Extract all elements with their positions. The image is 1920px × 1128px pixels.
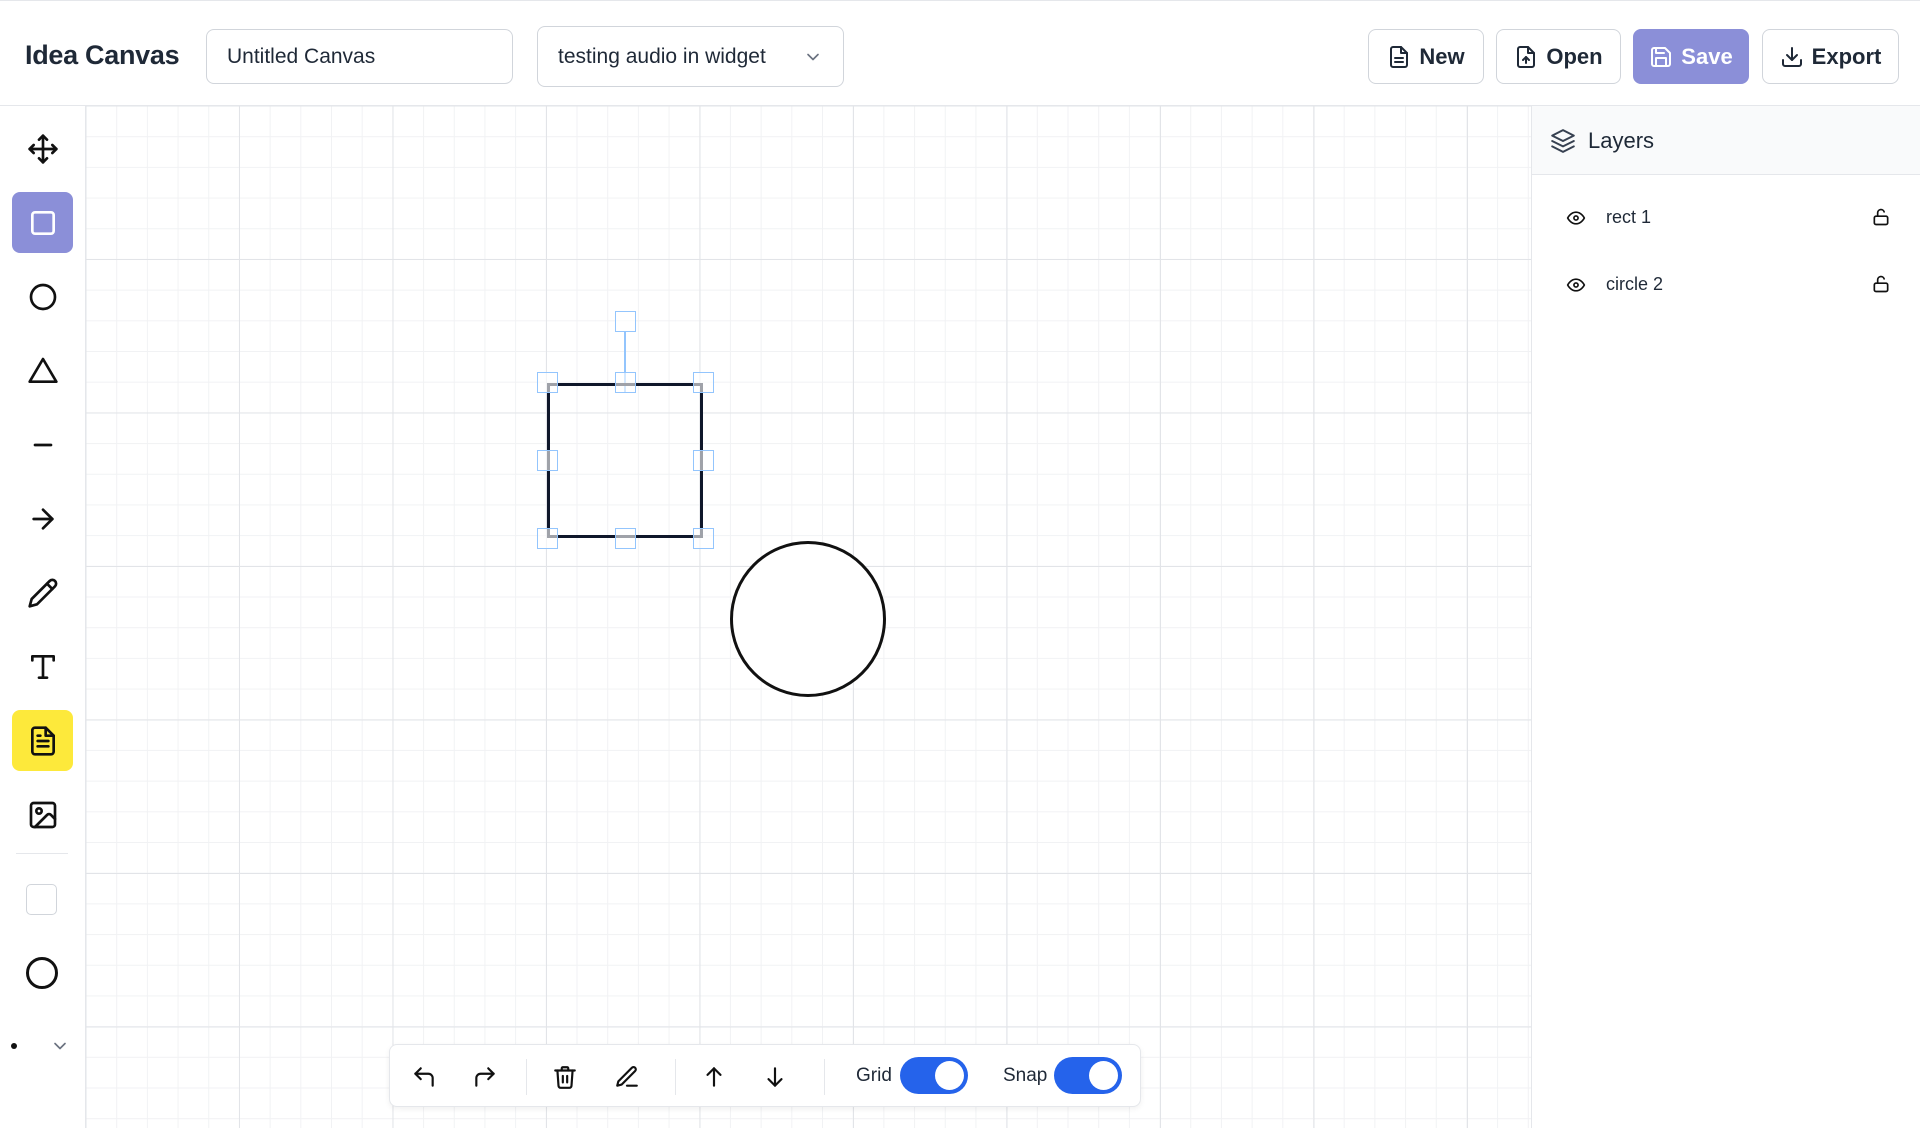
circle-icon xyxy=(29,283,56,310)
triangle-icon xyxy=(27,357,58,383)
file-icon xyxy=(1390,45,1409,68)
undo-button[interactable] xyxy=(406,1059,442,1095)
image-tool[interactable] xyxy=(12,784,73,845)
grid-toggle[interactable] xyxy=(900,1057,968,1094)
layers-panel: Layers rect 1 circle 2 xyxy=(1531,106,1920,1128)
action-bar-divider xyxy=(824,1059,825,1095)
resize-handle-bottom[interactable] xyxy=(615,528,636,549)
pencil-icon xyxy=(27,578,57,608)
pencil-tool[interactable] xyxy=(12,562,73,623)
pen-icon xyxy=(616,1066,638,1087)
open-button[interactable]: Open xyxy=(1496,29,1621,84)
circle-tool[interactable] xyxy=(12,266,73,327)
drawing-canvas[interactable] xyxy=(86,106,1531,1128)
save-button[interactable]: Save xyxy=(1633,29,1749,84)
snap-toggle[interactable] xyxy=(1054,1057,1122,1094)
resize-handle-top-left[interactable] xyxy=(537,372,558,393)
note-tool[interactable] xyxy=(12,710,73,771)
stroke-color-swatch[interactable] xyxy=(26,957,58,989)
open-button-label: Open xyxy=(1546,43,1603,69)
chevron-down-icon xyxy=(807,53,819,60)
circle-shape[interactable] xyxy=(730,541,886,697)
fill-color-swatch[interactable] xyxy=(26,884,57,915)
unlock-icon[interactable] xyxy=(1871,274,1891,294)
file-upload-icon xyxy=(1517,45,1536,68)
toggle-knob xyxy=(1089,1061,1118,1090)
arrow-tool[interactable] xyxy=(12,488,73,549)
send-backward-button[interactable] xyxy=(757,1059,793,1095)
save-icon xyxy=(1651,46,1672,67)
undo-icon xyxy=(414,1067,434,1087)
resize-handle-bottom-left[interactable] xyxy=(537,528,558,549)
unlock-icon[interactable] xyxy=(1871,207,1891,227)
grid-toggle-label: Grid xyxy=(856,1065,892,1086)
app-title: Idea Canvas xyxy=(25,40,180,70)
resize-handle-top[interactable] xyxy=(615,372,636,393)
app-header: Idea Canvas testing audio in widget New … xyxy=(0,0,1920,106)
line-tool[interactable] xyxy=(12,414,73,475)
redo-button[interactable] xyxy=(467,1059,503,1095)
resize-handle-top-right[interactable] xyxy=(693,372,714,393)
layers-header: Layers xyxy=(1532,106,1920,175)
rectangle-icon xyxy=(30,210,55,235)
toolbar-divider xyxy=(16,853,68,854)
export-button[interactable]: Export xyxy=(1762,29,1899,84)
resize-handle-bottom-right[interactable] xyxy=(693,528,714,549)
action-bar-divider xyxy=(526,1059,527,1095)
new-button[interactable]: New xyxy=(1368,29,1484,84)
arrow-up-icon xyxy=(706,1067,722,1087)
canvas-action-bar: Grid Snap xyxy=(389,1044,1141,1107)
triangle-tool[interactable] xyxy=(12,340,73,401)
image-icon xyxy=(29,801,56,828)
resize-handle-right[interactable] xyxy=(693,450,714,471)
move-tool[interactable] xyxy=(12,118,73,179)
text-icon xyxy=(30,654,55,679)
save-button-label: Save xyxy=(1681,43,1733,69)
new-button-label: New xyxy=(1419,43,1465,69)
bring-forward-button[interactable] xyxy=(696,1059,732,1095)
eye-icon[interactable] xyxy=(1566,208,1586,228)
text-tool[interactable] xyxy=(12,636,73,697)
layer-item[interactable]: rect 1 xyxy=(1532,193,1920,243)
edit-style-button[interactable] xyxy=(609,1059,645,1095)
rectangle-tool[interactable] xyxy=(12,192,73,253)
layer-item[interactable]: circle 2 xyxy=(1532,260,1920,310)
trash-icon xyxy=(554,1066,576,1089)
export-button-label: Export xyxy=(1811,43,1882,69)
toggle-knob xyxy=(935,1061,964,1090)
layer-name: circle 2 xyxy=(1606,274,1664,294)
canvas-select[interactable]: testing audio in widget xyxy=(537,26,844,87)
delete-button[interactable] xyxy=(547,1059,583,1095)
layer-name: rect 1 xyxy=(1606,207,1652,227)
canvas-title-input[interactable] xyxy=(206,29,513,84)
eye-icon[interactable] xyxy=(1566,275,1586,295)
arrow-down-icon xyxy=(767,1067,783,1087)
arrow-icon xyxy=(31,507,54,530)
chevron-down-icon[interactable] xyxy=(50,1036,70,1056)
stroke-width-dot[interactable] xyxy=(11,1043,17,1049)
note-icon xyxy=(30,725,55,756)
redo-icon xyxy=(475,1067,495,1087)
snap-toggle-label: Snap xyxy=(1003,1065,1048,1086)
layers-icon xyxy=(1551,129,1575,153)
layers-title: Layers xyxy=(1588,128,1655,153)
action-bar-divider xyxy=(675,1059,676,1095)
resize-handle-left[interactable] xyxy=(537,450,558,471)
rotation-handle[interactable] xyxy=(615,311,636,332)
download-icon xyxy=(1781,46,1802,67)
move-icon xyxy=(27,133,58,164)
canvas-select-value: testing audio in widget xyxy=(558,44,766,68)
rect-shape[interactable] xyxy=(547,383,703,538)
line-icon xyxy=(33,443,52,446)
